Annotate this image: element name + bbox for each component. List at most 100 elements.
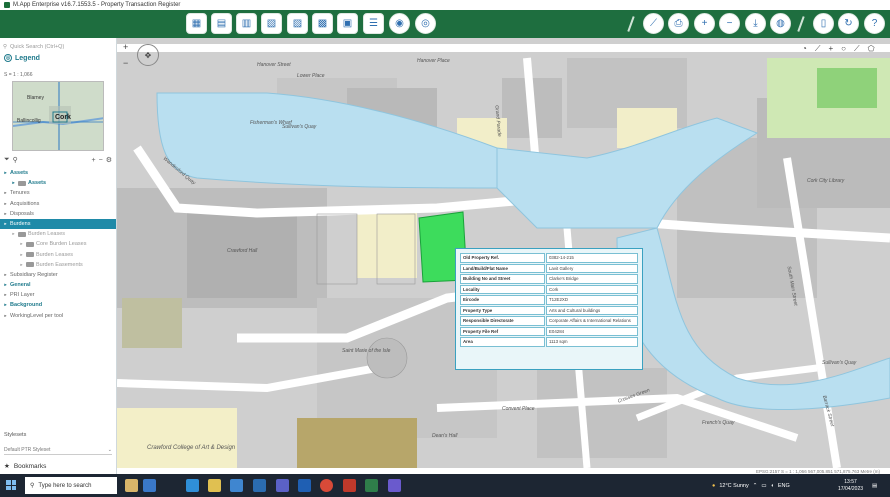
- measure-icon[interactable]: ⟋: [643, 13, 664, 34]
- property-info-row: Eircode T12E2XD: [460, 295, 638, 305]
- property-field-key: Land/Build/Flat Name: [460, 263, 545, 273]
- expand-caret-icon[interactable]: ▸: [3, 209, 8, 219]
- property-field-key: Eircode: [460, 295, 545, 305]
- expand-caret-icon[interactable]: ▸: [19, 239, 24, 249]
- pan-compass-icon[interactable]: ✥: [137, 44, 159, 66]
- globe-icon[interactable]: ◍: [770, 13, 791, 34]
- chrome-icon[interactable]: [320, 479, 333, 492]
- taskbar-app-icon[interactable]: [388, 479, 401, 492]
- map-street-label: Convent Place: [502, 406, 535, 412]
- app-icon: [4, 2, 10, 8]
- file-explorer-icon[interactable]: [208, 479, 221, 492]
- target-icon[interactable]: ◎: [415, 13, 436, 34]
- add-icon[interactable]: +: [694, 13, 715, 34]
- expand-icon[interactable]: +: [92, 157, 96, 164]
- legend-tree-item[interactable]: ▸ Disposals: [0, 209, 116, 219]
- bookmarks-header[interactable]: ★ Bookmarks: [4, 462, 46, 471]
- legend-tree-item[interactable]: ▸ Assets: [0, 168, 116, 178]
- network-icon[interactable]: ▭: [761, 483, 766, 489]
- legend-tree-item[interactable]: ▸ General: [0, 280, 116, 290]
- expand-caret-icon[interactable]: ▸: [11, 178, 16, 188]
- taskbar-app-icon[interactable]: [143, 479, 156, 492]
- layout-icon[interactable]: ▯: [813, 13, 834, 34]
- legend-tree-item[interactable]: ▸ Subsidiary Register: [0, 270, 116, 280]
- expand-caret-icon[interactable]: ▸: [11, 229, 16, 239]
- quick-search-input[interactable]: ⚲ Quick Search (Ctrl+Q): [3, 42, 113, 52]
- expand-caret-icon[interactable]: ▸: [3, 270, 8, 280]
- legend-tree-item[interactable]: ▸ WorkingLevel per tool: [0, 311, 116, 321]
- taskbar-search-input[interactable]: ⚲ Type here to search: [25, 477, 117, 494]
- expand-caret-icon[interactable]: ▸: [19, 260, 24, 270]
- store-icon[interactable]: [230, 479, 243, 492]
- draw-polygon-icon[interactable]: ⬠: [868, 44, 875, 54]
- volume-icon[interactable]: ◖: [771, 483, 774, 489]
- download-icon[interactable]: ⤓: [745, 13, 766, 34]
- legend-search-icon[interactable]: ⚲: [13, 156, 18, 164]
- expand-caret-icon[interactable]: ▸: [3, 280, 8, 290]
- mail-icon[interactable]: [253, 479, 266, 492]
- settings-icon[interactable]: ⚙: [106, 156, 112, 164]
- legend-tree-label: PRI Layer: [10, 292, 35, 299]
- teams-icon[interactable]: [276, 479, 289, 492]
- register-tool-icon[interactable]: ▣: [337, 13, 358, 34]
- pdf-icon[interactable]: [343, 479, 356, 492]
- legend-tree-item[interactable]: ▸ Acquisitions: [0, 199, 116, 209]
- property-field-key: Property File Ref: [460, 326, 545, 336]
- legend-tree-item[interactable]: ▸ Tenures: [0, 188, 116, 198]
- print-icon[interactable]: ⎙: [668, 13, 689, 34]
- legend-tree-item[interactable]: ▸ Assets: [0, 178, 116, 188]
- tenures-tool-icon[interactable]: ▤: [211, 13, 232, 34]
- notifications-icon[interactable]: ▤: [872, 474, 877, 497]
- remove-icon[interactable]: −: [719, 13, 740, 34]
- styleset-select[interactable]: Default PTR Styleset ⌄: [4, 445, 112, 455]
- expand-caret-icon[interactable]: ▸: [3, 219, 8, 229]
- collapse-icon[interactable]: −: [99, 157, 103, 164]
- legend-header[interactable]: ◎ Legend: [4, 54, 40, 62]
- ruler-icon[interactable]: ⟋: [854, 44, 860, 54]
- zoom-in-icon[interactable]: +: [123, 42, 128, 52]
- expand-caret-icon[interactable]: ▸: [3, 311, 8, 321]
- legend-tree-item[interactable]: ▸ PRI Layer: [0, 290, 116, 300]
- draw-line-icon[interactable]: ⟋: [815, 44, 821, 54]
- clock[interactable]: 13:57 17/04/2023: [838, 474, 863, 497]
- refresh-icon[interactable]: ↻: [838, 13, 859, 34]
- help-icon[interactable]: ?: [864, 13, 885, 34]
- expand-caret-icon[interactable]: ▸: [3, 188, 8, 198]
- expand-caret-icon[interactable]: ▸: [19, 250, 24, 260]
- assets-tool-icon[interactable]: ▦: [186, 13, 207, 34]
- legend-title: Legend: [15, 54, 40, 62]
- disposals-tool-icon[interactable]: ▧: [261, 13, 282, 34]
- legend-tree-item[interactable]: ▸ Burdens: [0, 218, 116, 230]
- legend-tree-item[interactable]: ▸ Background: [0, 300, 116, 310]
- legend-tree-item[interactable]: ▸ Burden Leases: [0, 229, 116, 239]
- expand-caret-icon[interactable]: ▸: [3, 168, 8, 178]
- zoom-out-icon[interactable]: −: [123, 58, 128, 68]
- add-point-icon[interactable]: +: [828, 44, 833, 54]
- report-tool-icon[interactable]: ☰: [363, 13, 384, 34]
- burdens-tool-icon[interactable]: ▨: [287, 13, 308, 34]
- acquisitions-tool-icon[interactable]: ▥: [236, 13, 257, 34]
- mapp-enterprise-icon[interactable]: [365, 479, 378, 492]
- eye-icon[interactable]: ◔: [802, 44, 807, 54]
- expand-caret-icon[interactable]: ▸: [3, 199, 8, 209]
- binoculars-icon[interactable]: ◉: [389, 13, 410, 34]
- legend-tree-item[interactable]: ▸ Burden Easements: [0, 260, 116, 270]
- language-indicator[interactable]: ENG: [778, 483, 790, 489]
- filter-icon[interactable]: ⏷: [4, 156, 10, 164]
- overview-map[interactable]: Blarney Ballincollig Cork: [12, 81, 104, 151]
- windows-start-icon[interactable]: [6, 480, 16, 490]
- legend-tree-item[interactable]: ▸ Burden Leases: [0, 250, 116, 260]
- expand-caret-icon[interactable]: ▸: [3, 300, 8, 310]
- taskbar-app-icon[interactable]: [125, 479, 138, 492]
- search-icon: ⚲: [3, 44, 8, 50]
- map-tools-strip: ◔ ⟋ + ○ ⟋ ⬠: [802, 44, 875, 54]
- tray-chevron-icon[interactable]: ⌃: [753, 483, 758, 489]
- outlook-icon[interactable]: [298, 479, 311, 492]
- weather-text[interactable]: 12°C Sunny: [719, 483, 748, 489]
- edge-icon[interactable]: [186, 479, 199, 492]
- leases-tool-icon[interactable]: ▩: [312, 13, 333, 34]
- property-info-row: Land/Build/Flat Name Lavit Gallery: [460, 263, 638, 273]
- expand-caret-icon[interactable]: ▸: [3, 290, 8, 300]
- circle-select-icon[interactable]: ○: [841, 44, 846, 54]
- legend-tree-item[interactable]: ▸ Core Burden Leases: [0, 239, 116, 249]
